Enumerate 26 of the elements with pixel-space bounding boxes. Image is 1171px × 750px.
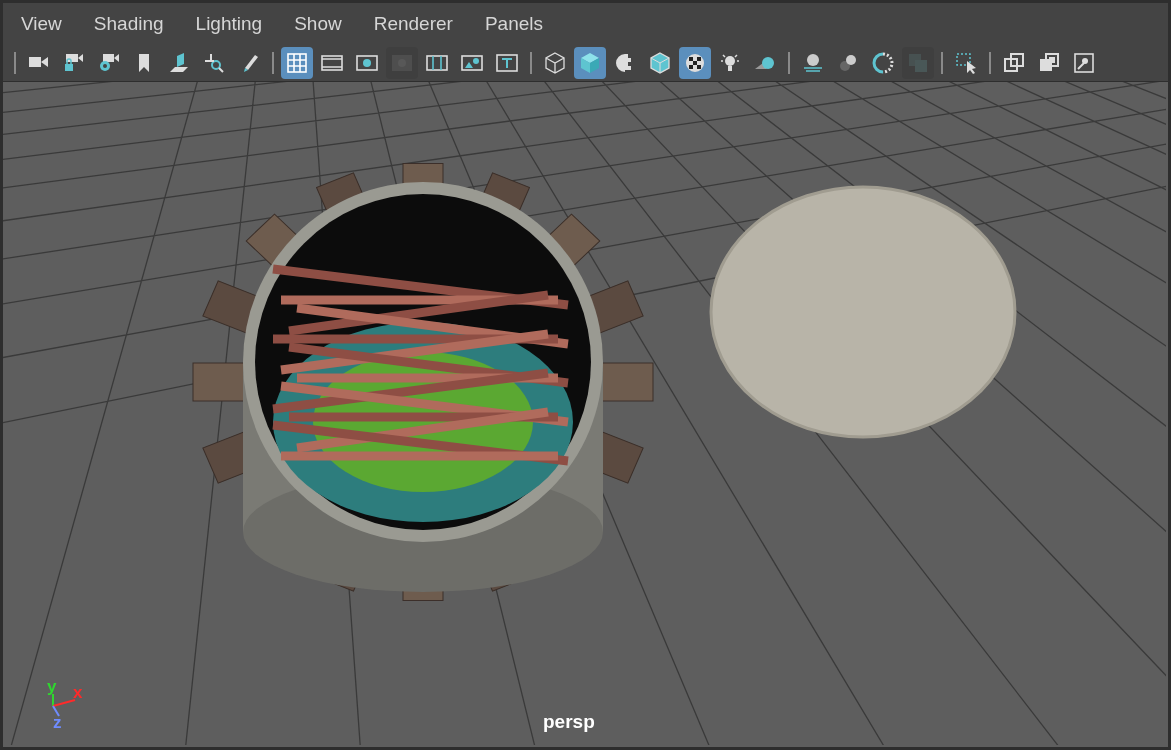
- text-frame-icon: [495, 51, 519, 75]
- magnifier-arrows-icon: [202, 51, 226, 75]
- checker-sphere-button[interactable]: [679, 47, 711, 79]
- axis-label: z: [53, 714, 62, 731]
- ring-icon: [871, 51, 895, 75]
- selection-cursor-icon: [954, 51, 978, 75]
- depth-squares-icon: [906, 51, 930, 75]
- axis-label: x: [73, 684, 83, 701]
- menu-item[interactable]: Lighting: [193, 9, 265, 39]
- viewport[interactable]: y x z persp: [3, 81, 1168, 747]
- menu-item[interactable]: Show: [292, 9, 344, 39]
- sphere-plane-icon: [801, 51, 825, 75]
- camera-name: persp: [543, 710, 595, 734]
- checker-sphere-icon: [683, 51, 707, 75]
- grid-icon: [285, 51, 309, 75]
- menu-item[interactable]: View: [19, 9, 64, 39]
- pin-frame-icon: [1072, 51, 1096, 75]
- menu-item[interactable]: Renderer: [371, 9, 455, 39]
- menu-item[interactable]: Shading: [91, 9, 166, 39]
- wireframe-cube-icon: [543, 51, 567, 75]
- overlap-squares-icon: [1002, 51, 1026, 75]
- cube-icon: [578, 51, 602, 75]
- axis-label: y: [47, 678, 57, 695]
- menu-item[interactable]: Panels: [482, 9, 545, 39]
- cube-outline-icon: [648, 51, 672, 75]
- grid-button[interactable]: [281, 47, 313, 79]
